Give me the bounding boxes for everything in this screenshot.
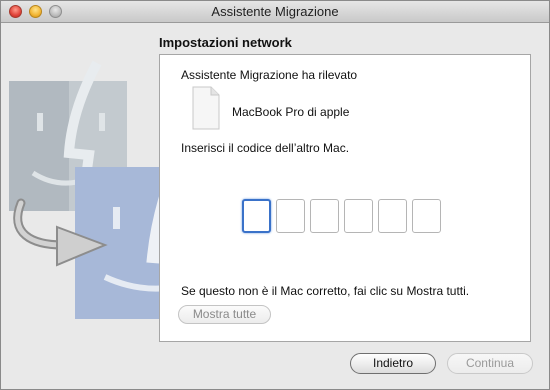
continue-button[interactable]: Continua (447, 353, 533, 374)
section-title: Impostazioni network (159, 35, 292, 50)
code-digit-2[interactable] (276, 199, 305, 233)
window-title: Assistente Migrazione (211, 4, 339, 19)
title-bar: Assistente Migrazione (1, 1, 549, 23)
network-settings-panel: Assistente Migrazione ha rilevato MacBoo… (159, 54, 531, 342)
migration-assistant-window: Assistente Migrazione Impostazioni netwo… (0, 0, 550, 390)
code-digit-6[interactable] (412, 199, 441, 233)
code-digit-3[interactable] (310, 199, 339, 233)
enter-code-label: Inserisci il codice dell’altro Mac. (181, 141, 350, 155)
back-button[interactable]: Indietro (350, 353, 436, 374)
detected-label: Assistente Migrazione ha rilevato (181, 68, 358, 82)
code-digit-1[interactable] (242, 199, 271, 233)
show-all-button[interactable]: Mostra tutte (178, 305, 271, 324)
document-icon (192, 86, 220, 130)
code-digit-4[interactable] (344, 199, 373, 233)
code-digit-5[interactable] (378, 199, 407, 233)
source-device-name: MacBook Pro di apple (232, 105, 350, 119)
wrong-mac-hint: Se questo non è il Mac corretto, fai cli… (181, 284, 470, 298)
